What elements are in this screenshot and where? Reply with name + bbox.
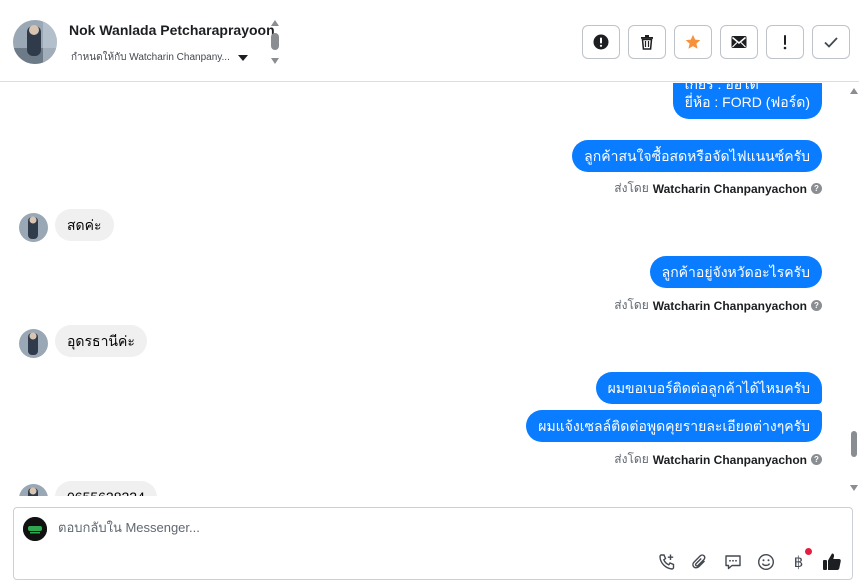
sent-by-label: ส่งโดย Watcharin Chanpanyachon ? bbox=[614, 179, 822, 198]
mark-done-button[interactable] bbox=[812, 25, 850, 59]
contact-name[interactable]: Nok Wanlada Petcharaprayoon bbox=[69, 22, 275, 38]
saved-reply-icon[interactable] bbox=[722, 551, 743, 572]
conversation-header: Nok Wanlada Petcharaprayoon กำหนดให้กับ … bbox=[0, 0, 859, 82]
message-text: ยี่ห้อ : FORD (ฟอร์ด) bbox=[684, 94, 810, 110]
follow-up-button[interactable] bbox=[766, 25, 804, 59]
sent-by-prefix: ส่งโดย bbox=[614, 452, 649, 466]
incoming-message[interactable]: 0655628224 bbox=[55, 481, 157, 496]
sent-by-label: ส่งโดย Watcharin Chanpanyachon ? bbox=[614, 296, 822, 315]
reply-input[interactable] bbox=[58, 520, 618, 535]
help-icon[interactable]: ? bbox=[811, 183, 822, 194]
star-button[interactable] bbox=[674, 25, 712, 59]
sent-by-prefix: ส่งโดย bbox=[614, 181, 649, 195]
like-icon[interactable] bbox=[821, 551, 842, 572]
delete-button[interactable] bbox=[628, 25, 666, 59]
sent-by-label: ส่งโดย Watcharin Chanpanyachon ? bbox=[614, 450, 822, 469]
exclamation-circle-icon bbox=[593, 34, 609, 50]
contact-avatar bbox=[19, 213, 48, 242]
star-icon bbox=[685, 34, 701, 49]
contact-avatar bbox=[19, 329, 48, 358]
reply-composer: ฿ bbox=[13, 507, 853, 580]
contact-avatar bbox=[19, 484, 48, 496]
report-spam-button[interactable] bbox=[582, 25, 620, 59]
incoming-message[interactable]: อุดรธานีค่ะ bbox=[55, 325, 147, 357]
scroll-thumb[interactable] bbox=[851, 431, 857, 457]
outgoing-message[interactable]: เกียร์ : ออโต้ ยี่ห้อ : FORD (ฟอร์ด) bbox=[672, 83, 822, 119]
outgoing-message[interactable]: ผมขอเบอร์ติดต่อลูกค้าได้ไหมครับ bbox=[595, 372, 822, 404]
attachment-icon[interactable] bbox=[689, 551, 710, 572]
scroll-thumb[interactable] bbox=[271, 33, 279, 50]
trash-icon bbox=[641, 35, 653, 50]
scroll-down-icon[interactable] bbox=[271, 58, 279, 64]
notification-dot bbox=[805, 548, 812, 555]
add-call-icon[interactable] bbox=[656, 551, 677, 572]
mark-unread-button[interactable] bbox=[720, 25, 758, 59]
thread-scrollbar[interactable] bbox=[849, 83, 859, 496]
outgoing-message[interactable]: ลูกค้าสนใจซื้อสดหรือจัดไฟแนนซ์ครับ bbox=[572, 140, 822, 172]
sender-name: Watcharin Chanpanyachon bbox=[652, 452, 807, 467]
help-icon[interactable]: ? bbox=[811, 454, 822, 465]
chevron-down-icon[interactable] bbox=[237, 54, 248, 61]
envelope-icon bbox=[731, 36, 747, 48]
sender-name: Watcharin Chanpanyachon bbox=[652, 298, 807, 313]
scroll-down-icon[interactable] bbox=[850, 485, 858, 491]
message-thread[interactable]: เกียร์ : ออโต้ ยี่ห้อ : FORD (ฟอร์ด) ลูก… bbox=[0, 83, 848, 496]
scroll-up-icon[interactable] bbox=[271, 20, 279, 26]
baht-icon: ฿ bbox=[793, 552, 804, 571]
assignee-selector[interactable]: กำหนดให้กับ Watcharin Chanpany... bbox=[71, 50, 248, 65]
outgoing-message[interactable]: ผมแจ้งเซลล์ติดต่อพูดคุยรายละเอียดต่างๆคร… bbox=[526, 410, 822, 442]
page-avatar bbox=[23, 517, 47, 541]
help-icon[interactable]: ? bbox=[811, 300, 822, 311]
payment-icon[interactable]: ฿ bbox=[788, 548, 812, 572]
header-scrollbar[interactable] bbox=[268, 20, 282, 66]
incoming-message[interactable]: สดค่ะ bbox=[55, 209, 114, 241]
conversation-actions bbox=[582, 25, 850, 59]
scroll-up-icon[interactable] bbox=[850, 88, 858, 94]
composer-tools: ฿ bbox=[656, 548, 842, 572]
outgoing-message[interactable]: ลูกค้าอยู่จังหวัดอะไรครับ bbox=[649, 256, 822, 288]
emoji-icon[interactable] bbox=[755, 551, 776, 572]
message-text: เกียร์ : ออโต้ bbox=[684, 83, 759, 92]
contact-avatar[interactable] bbox=[13, 20, 57, 64]
sent-by-prefix: ส่งโดย bbox=[614, 298, 649, 312]
assignee-label: กำหนดให้กับ Watcharin Chanpany... bbox=[71, 52, 230, 63]
sender-name: Watcharin Chanpanyachon bbox=[652, 181, 807, 196]
exclamation-icon bbox=[783, 35, 787, 50]
check-icon bbox=[824, 37, 838, 48]
